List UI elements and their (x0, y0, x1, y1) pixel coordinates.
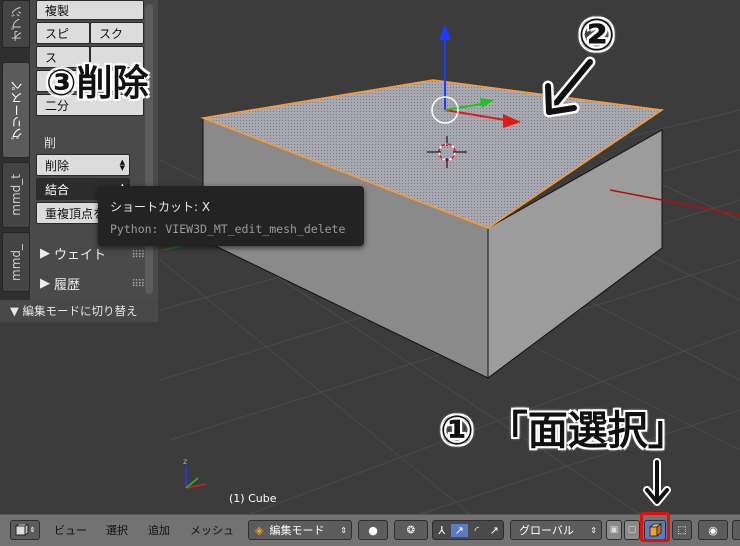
vertex-select-icon: ▣ (609, 525, 619, 535)
delete-button[interactable]: 削除 ▲ ▼ (36, 154, 130, 176)
mode-select[interactable]: ◈ 編集モード ⇕ (248, 520, 352, 540)
last-operator-panel[interactable]: ▼ 編集モードに切り替え (0, 300, 158, 322)
duplicate-button[interactable]: 複製 (36, 0, 144, 20)
occlude-icon: ⬚ (677, 524, 687, 536)
tab-mmd-label: mmd_ (9, 243, 23, 281)
object-label: (1) Cube (229, 492, 277, 505)
tool-tabs: オブジ グリースペ mmd_t mmd_ (0, 0, 30, 300)
tab-object-label: オブジ (9, 6, 24, 42)
manipulator-toggles[interactable]: ⅄ ↗ ◜ ↗ (432, 520, 504, 540)
expand-triangle-icon: ▶ (40, 246, 50, 261)
cube-view-icon (14, 524, 29, 536)
menu-mesh[interactable]: メッシュ (190, 520, 234, 540)
screw-label: スク (99, 26, 124, 41)
screw-button[interactable]: スク (90, 22, 144, 44)
annotation-step3: ③削除 (46, 63, 149, 104)
drag-handle-icon[interactable]: ⠿⠿ (131, 250, 145, 261)
tool-shelf: 複製 スピ スク ス 二分 削 削除▲▼ 結合▲▼ 重複頂点を ▶ウェイト ▶履… (30, 0, 158, 300)
svg-text:z: z (183, 457, 187, 466)
tab-mmd[interactable]: mmd_ (2, 232, 30, 292)
panel-history-header[interactable]: ▶ 履歴 (40, 274, 80, 293)
panel-weight-header[interactable]: ▶ ウェイト (40, 244, 106, 263)
dropdown-arrows-icon: ⇕ (340, 525, 347, 535)
translate-icon[interactable]: ↗ (450, 523, 468, 537)
viewport-shading-select[interactable]: ● (358, 520, 388, 540)
transform-orientation-select[interactable]: グローバル ⇕ (510, 520, 602, 540)
panel-weight-label: ウェイト (54, 248, 107, 263)
3d-viewport[interactable]: z オブジ グリースペ mmd_t mmd_ 複製 スピ スク ス 二分 削 削… (0, 0, 740, 514)
menu-add[interactable]: 追加 (148, 520, 170, 540)
spin-label: スピ (45, 26, 70, 41)
dropdown-arrows-icon: ▲▼ (119, 158, 125, 172)
duplicate-label: 複製 (45, 3, 70, 18)
tab-object[interactable]: オブジ (2, 0, 30, 48)
tab-mmd-tools-label: mmd_t (9, 174, 23, 216)
tooltip-python: Python: VIEW3D_MT_edit_mesh_delete (110, 222, 346, 236)
delete-label: 削除 (45, 158, 70, 173)
scale-icon[interactable]: ↗ (486, 524, 504, 537)
tooltip: ショートカット: X Python: VIEW3D_MT_edit_mesh_d… (98, 186, 364, 246)
menu-select[interactable]: 選択 (106, 520, 128, 540)
mode-select-label: 編集モード (269, 524, 325, 537)
expand-triangle-icon: ▶ (40, 276, 50, 291)
delete-section-label: 削 (44, 136, 57, 150)
pivot-point-select[interactable]: ❂ (394, 520, 428, 540)
axis-gizmo: z (183, 457, 207, 489)
limit-selection-button[interactable]: ⬚ (672, 520, 692, 540)
orientation-label: グローバル (519, 524, 574, 537)
shelf-scrollbar[interactable] (145, 4, 153, 294)
join-label: 結合 (45, 182, 70, 197)
annotation-step2: ② (578, 10, 616, 61)
remove-doubles-label: 重複頂点を (45, 206, 106, 221)
face-select-highlight (640, 512, 670, 542)
vertex-select-button[interactable]: ▣ (606, 520, 622, 540)
drag-handle-icon[interactable]: ⠿⠿ (131, 279, 145, 290)
proportional-edit-select[interactable]: ◉ (698, 520, 728, 540)
shading-sphere-icon: ● (368, 523, 378, 537)
annotation-arrow-1 (643, 458, 671, 506)
tab-mmd-tools[interactable]: mmd_t (2, 162, 30, 228)
rotate-icon[interactable]: ◜ (468, 524, 486, 537)
edge-select-icon: ▢ (627, 525, 637, 535)
edit-mode-icon: ◈ (255, 523, 264, 537)
tab-grease-pencil-label: グリースペ (9, 80, 24, 140)
annotation-step1: ① 「面選択」 (440, 408, 688, 454)
proportional-edit-icon: ◉ (708, 523, 718, 537)
editor-type-button[interactable]: ⇕ (10, 520, 40, 540)
tab-grease-pencil[interactable]: グリースペ (2, 62, 30, 158)
dropdown-arrows-icon: ⇕ (590, 525, 597, 535)
menu-view[interactable]: ビュー (54, 520, 87, 540)
manipulator-axes-icon[interactable]: ⅄ (433, 524, 451, 537)
panel-history-label: 履歴 (54, 278, 81, 293)
spin-button[interactable]: スピ (36, 22, 90, 44)
edge-select-button[interactable]: ▢ (624, 520, 640, 540)
tooltip-shortcut: ショートカット: X (110, 200, 211, 214)
pivot-icon: ❂ (406, 524, 416, 536)
dropdown-arrows-icon: ⇕ (29, 526, 36, 534)
viewport-header: ⇕ ビュー 選択 追加 メッシュ ◈ 編集モード ⇕ ● ❂ ⅄ ↗ ◜ ↗ グ… (0, 514, 740, 546)
snap-button[interactable] (732, 520, 740, 540)
